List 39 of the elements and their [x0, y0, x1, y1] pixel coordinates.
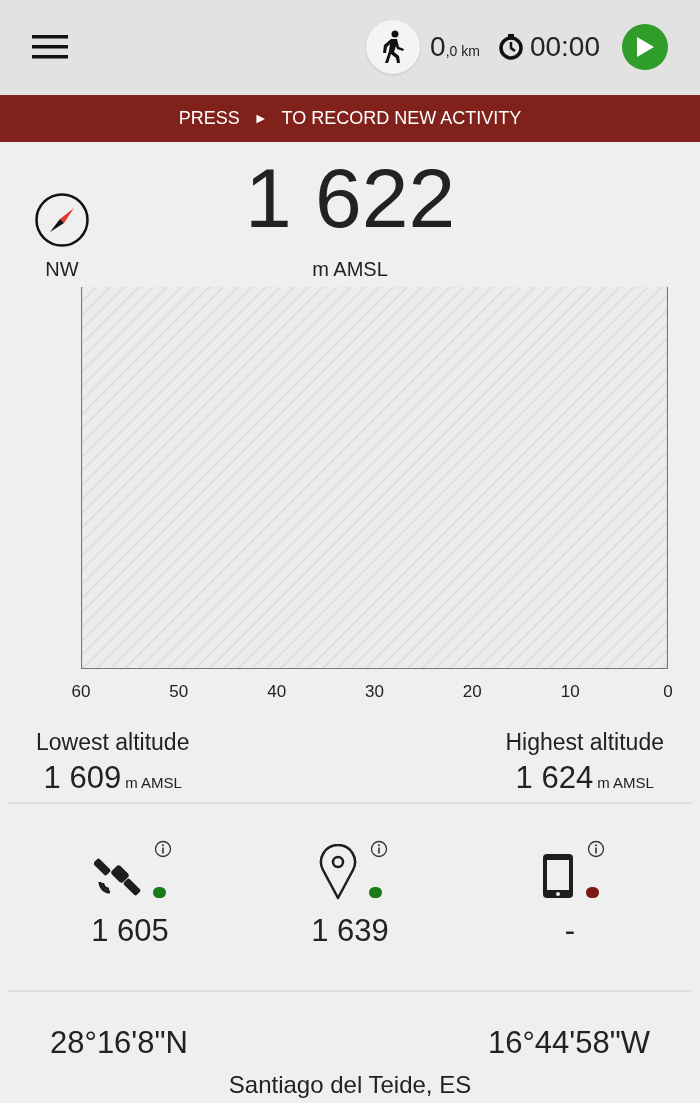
x-axis-tick-label: 40 [267, 680, 287, 703]
latitude-value: 28°16'8"N [50, 1024, 188, 1063]
altitude-source-value: 1 605 [91, 911, 169, 950]
info-icon[interactable] [370, 839, 388, 858]
play-icon [635, 36, 655, 59]
altitude-extreme-value: 1 609 [43, 759, 122, 798]
altitude-source-value: - [564, 911, 576, 950]
play-symbol: ► [253, 108, 268, 128]
banner-text: PRESS [178, 106, 240, 130]
x-axis-tick-label: 60 [71, 680, 91, 703]
distance-value: 0 [430, 30, 446, 65]
info-icon[interactable] [587, 839, 605, 858]
distance-unit: ,0 km [445, 42, 480, 62]
x-axis-tick-label: 50 [169, 680, 189, 703]
altitude-label: Highest altitude [505, 727, 664, 757]
altitude-label: Lowest altitude [36, 727, 190, 757]
place-name: Santiago del Teide, ES [228, 1070, 472, 1100]
altitude-source-value: 1 639 [311, 911, 389, 950]
stopwatch-icon [497, 33, 524, 62]
x-axis-tick-label: 0 [663, 680, 673, 703]
map-pin-icon [318, 843, 358, 900]
compass-icon [34, 191, 90, 248]
menu-icon[interactable] [32, 34, 68, 61]
walking-person-icon [380, 30, 407, 65]
timer-value: 00:00 [529, 30, 600, 65]
altitude-extreme-value: 1 624 [515, 759, 594, 798]
longitude-value: 16°44'58"W [487, 1024, 650, 1063]
play-button[interactable] [622, 24, 668, 71]
info-icon[interactable] [154, 839, 172, 858]
compass-direction: NW [45, 256, 79, 282]
altitude-unit: m AMSL [312, 256, 388, 282]
x-axis-tick-label: 10 [560, 680, 580, 703]
altitude-extreme-unit: m AMSL [597, 773, 654, 794]
altitude-value: 1 622 [244, 155, 456, 240]
x-axis-tick-label: 20 [462, 680, 482, 703]
altitude-extreme-unit: m AMSL [125, 773, 182, 794]
phone-icon [541, 851, 575, 900]
banner-text: TO RECORD NEW ACTIVITY [281, 106, 522, 130]
x-axis-tick-label: 30 [365, 680, 384, 703]
